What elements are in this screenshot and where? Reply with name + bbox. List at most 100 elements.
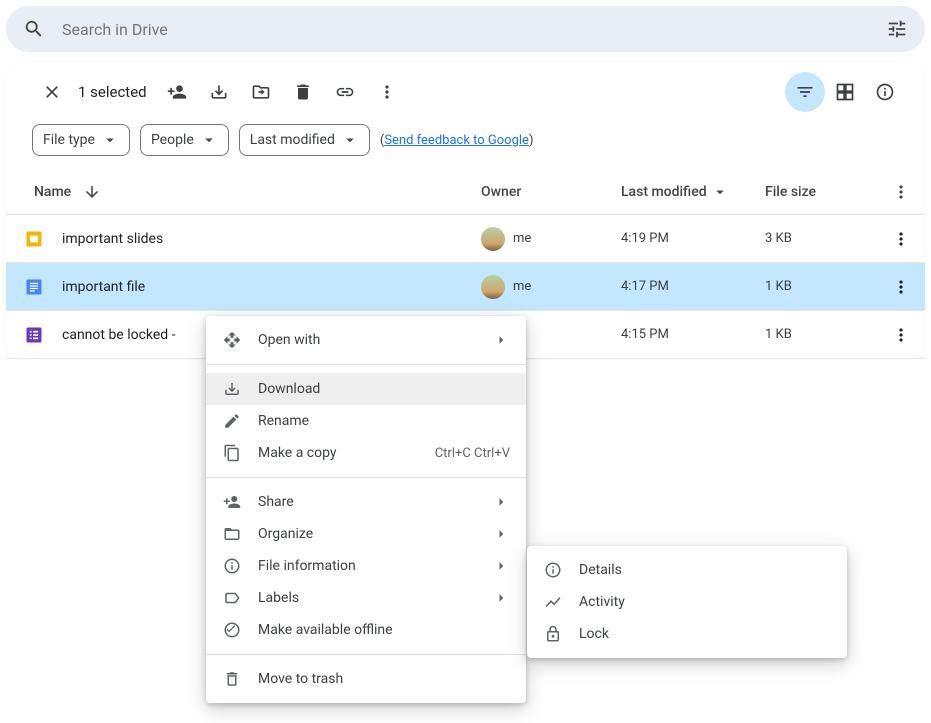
selection-count-label: 1 selected [78,83,147,101]
menu-item-label: Share [258,494,476,510]
menu-item-info[interactable]: File information [206,550,526,582]
row-kebab-button[interactable] [889,275,913,299]
col-owner[interactable]: Owner [481,184,621,200]
search-icon[interactable] [14,9,54,49]
menu-item-label: Open with [258,332,476,348]
modified-cell: 4:15 PM [621,327,765,342]
col-last-modified[interactable]: Last modified [621,183,765,201]
col-lastmod-label: Last modified [621,184,707,200]
avatar [481,275,505,299]
lock-icon [543,624,563,644]
chevron-down-icon [200,131,218,149]
chevron-right-icon [492,589,510,607]
size-cell: 3 KB [765,231,877,246]
filter-chips: File type People Last modified (Send fee… [6,116,925,170]
menu-item-label: Make a copy [258,445,419,461]
info-icon [543,560,563,580]
delete-button[interactable] [283,72,323,112]
search-bar [6,6,925,52]
grid-view-button[interactable] [825,72,865,112]
header-kebab-icon[interactable] [889,180,913,204]
download-button[interactable] [199,72,239,112]
organize-icon [222,524,242,544]
close-selection-button[interactable] [32,72,72,112]
row-actions [877,323,925,347]
owner-cell: me [481,227,621,251]
info-icon [222,556,242,576]
row-kebab-button[interactable] [889,227,913,251]
more-actions-button[interactable] [367,72,407,112]
copy-icon [222,443,242,463]
size-cell: 1 KB [765,327,877,342]
menu-item-label: Download [258,381,510,397]
sort-asc-icon [83,183,101,201]
chevron-down-icon [101,131,119,149]
menu-divider [206,654,526,655]
chip-file-type[interactable]: File type [32,124,130,156]
menu-item-open-with[interactable]: Open with [206,324,526,356]
menu-item-download[interactable]: Download [206,373,526,405]
menu-item-share[interactable]: Share [206,486,526,518]
menu-item-offline[interactable]: Make available offline [206,614,526,646]
file-name: important file [62,279,481,295]
activity-icon [543,592,563,612]
menu-item-trash[interactable]: Move to trash [206,663,526,695]
submenu-item-activity[interactable]: Activity [527,586,847,618]
feedback-link[interactable]: Send feedback to Google [384,133,529,148]
submenu-item-info[interactable]: Details [527,554,847,586]
docs-file-icon [6,277,62,297]
table-header: Name Owner Last modified File size [6,170,925,215]
menu-item-label: Organize [258,526,476,542]
modified-cell: 4:17 PM [621,279,765,294]
row-actions [877,227,925,251]
chevron-right-icon [492,493,510,511]
menu-item-labels[interactable]: Labels [206,582,526,614]
search-input[interactable] [54,20,877,39]
submenu-item-label: Activity [579,594,831,610]
size-cell: 1 KB [765,279,877,294]
context-menu: Open with Download Rename Make a copy Ct… [206,316,526,703]
row-actions [877,275,925,299]
menu-item-rename[interactable]: Rename [206,405,526,437]
offline-icon [222,620,242,640]
row-kebab-button[interactable] [889,323,913,347]
file-row[interactable]: important file me 4:17 PM 1 KB [6,263,925,311]
toolbar-left: 1 selected [32,72,407,112]
col-file-size[interactable]: File size [765,184,877,200]
chip-last-modified[interactable]: Last modified [239,124,370,156]
info-button[interactable] [865,72,905,112]
file-row[interactable]: important slides me 4:19 PM 3 KB [6,215,925,263]
owner-cell: me [481,275,621,299]
chip-label: File type [43,132,95,148]
chip-label: Last modified [250,132,335,148]
menu-item-label: Rename [258,413,510,429]
submenu-file-information: Details Activity Lock [527,546,847,658]
sort-desc-icon [711,183,729,201]
chip-label: People [151,132,194,148]
feedback-text: (Send feedback to Google) [380,133,534,148]
filter-button[interactable] [785,72,825,112]
chevron-right-icon [492,525,510,543]
avatar [481,227,505,251]
search-options-icon[interactable] [877,9,917,49]
submenu-item-lock[interactable]: Lock [527,618,847,650]
menu-item-copy[interactable]: Make a copy Ctrl+C Ctrl+V [206,437,526,469]
labels-icon [222,588,242,608]
menu-item-label: Labels [258,590,476,606]
chip-people[interactable]: People [140,124,229,156]
modified-cell: 4:19 PM [621,231,765,246]
share-button[interactable] [157,72,197,112]
submenu-item-label: Details [579,562,831,578]
rename-icon [222,411,242,431]
forms-file-icon [6,325,62,345]
link-button[interactable] [325,72,365,112]
menu-item-label: Move to trash [258,671,510,687]
col-name[interactable]: Name [6,183,481,201]
menu-item-organize[interactable]: Organize [206,518,526,550]
results-panel: 1 selected [6,62,925,359]
slides-file-icon [6,229,62,249]
owner-label: me [513,231,531,246]
move-button[interactable] [241,72,281,112]
col-actions[interactable] [877,180,925,204]
menu-divider [206,477,526,478]
